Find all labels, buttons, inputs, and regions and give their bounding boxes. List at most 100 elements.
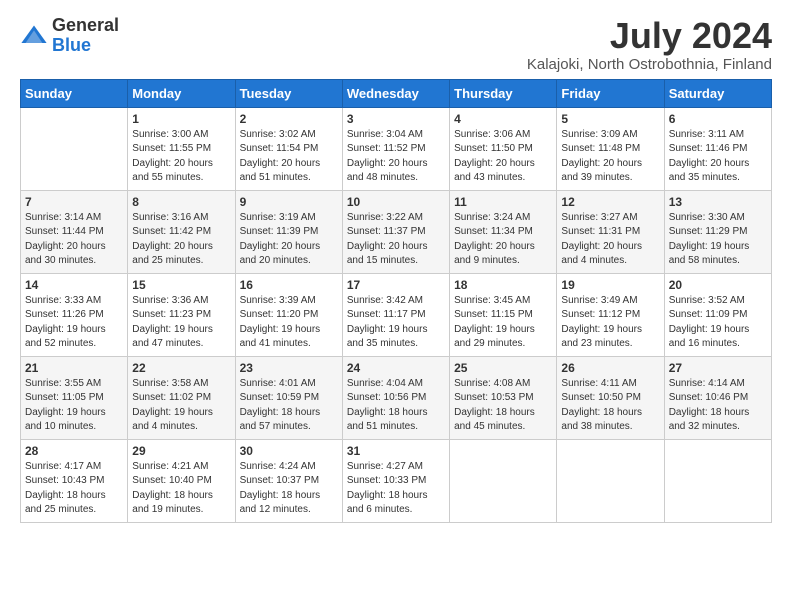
day-info: Sunrise: 3:49 AM Sunset: 11:12 PM Daylig…	[561, 294, 659, 352]
calendar-cell: 10Sunrise: 3:22 AM Sunset: 11:37 PM Dayl…	[342, 190, 449, 273]
calendar-cell	[21, 107, 128, 190]
header-sunday: Sunday	[21, 79, 128, 107]
day-info: Sunrise: 3:16 AM Sunset: 11:42 PM Daylig…	[132, 211, 230, 269]
title-block: July 2024 Kalajoki, North Ostrobothnia, …	[527, 16, 772, 73]
calendar-cell: 16 Sunrise: 3:39 AM Sunset: 11:20 PM Dayl…	[235, 273, 342, 356]
day-number: 12	[561, 195, 659, 209]
calendar-cell: 30 Sunrise: 4:24 AM Sunset: 10:37 PM Dayl…	[235, 439, 342, 522]
day-info: Sunrise: 3:09 AM Sunset: 11:48 PM Daylig…	[561, 128, 659, 186]
calendar-cell: 6Sunrise: 3:11 AM Sunset: 11:46 PM Dayli…	[664, 107, 771, 190]
calendar-cell: 31 Sunrise: 4:27 AM Sunset: 10:33 PM Dayl…	[342, 439, 449, 522]
day-info: Sunrise: 4:04 AM Sunset: 10:56 PM Daylig…	[347, 377, 445, 435]
day-number: 25	[454, 361, 552, 375]
day-number: 17	[347, 278, 445, 292]
day-info: Sunrise: 4:14 AM Sunset: 10:46 PM Daylig…	[669, 377, 767, 435]
day-info: Sunrise: 3:00 AM Sunset: 11:55 PM Daylig…	[132, 128, 230, 186]
calendar-week-1: 1 Sunrise: 3:00 AM Sunset: 11:55 PM Dayli…	[21, 107, 772, 190]
calendar-week-2: 7 Sunrise: 3:14 AM Sunset: 11:44 PM Dayli…	[21, 190, 772, 273]
calendar-cell: 4Sunrise: 3:06 AM Sunset: 11:50 PM Dayli…	[450, 107, 557, 190]
header-friday: Friday	[557, 79, 664, 107]
header-saturday: Saturday	[664, 79, 771, 107]
day-info: Sunrise: 4:27 AM Sunset: 10:33 PM Daylig…	[347, 460, 445, 518]
day-number: 6	[669, 112, 767, 126]
calendar-cell: 9Sunrise: 3:19 AM Sunset: 11:39 PM Dayli…	[235, 190, 342, 273]
calendar-table: Sunday Monday Tuesday Wednesday Thursday…	[20, 79, 772, 523]
logo-text: General Blue	[52, 16, 119, 56]
calendar-week-4: 21 Sunrise: 3:55 AM Sunset: 11:05 PM Dayl…	[21, 356, 772, 439]
day-info: Sunrise: 3:33 AM Sunset: 11:26 PM Daylig…	[25, 294, 123, 352]
day-info: Sunrise: 3:45 AM Sunset: 11:15 PM Daylig…	[454, 294, 552, 352]
day-number: 24	[347, 361, 445, 375]
day-number: 28	[25, 444, 123, 458]
calendar-cell: 3 Sunrise: 3:04 AM Sunset: 11:52 PM Dayli…	[342, 107, 449, 190]
day-info: Sunrise: 3:06 AM Sunset: 11:50 PM Daylig…	[454, 128, 552, 186]
calendar-cell: 12 Sunrise: 3:27 AM Sunset: 11:31 PM Dayl…	[557, 190, 664, 273]
calendar-cell: 27 Sunrise: 4:14 AM Sunset: 10:46 PM Dayl…	[664, 356, 771, 439]
day-info: Sunrise: 3:52 AM Sunset: 11:09 PM Daylig…	[669, 294, 767, 352]
day-number: 8	[132, 195, 230, 209]
day-info: Sunrise: 3:22 AM Sunset: 11:37 PM Daylig…	[347, 211, 445, 269]
day-info: Sunrise: 3:39 AM Sunset: 11:20 PM Daylig…	[240, 294, 338, 352]
day-number: 27	[669, 361, 767, 375]
day-number: 7	[25, 195, 123, 209]
calendar-cell	[450, 439, 557, 522]
header-row: General Blue July 2024 Kalajoki, North O…	[20, 16, 772, 73]
day-number: 16	[240, 278, 338, 292]
calendar-cell: 21 Sunrise: 3:55 AM Sunset: 11:05 PM Dayl…	[21, 356, 128, 439]
header-row-days: Sunday Monday Tuesday Wednesday Thursday…	[21, 79, 772, 107]
day-info: Sunrise: 4:24 AM Sunset: 10:37 PM Daylig…	[240, 460, 338, 518]
day-number: 30	[240, 444, 338, 458]
day-info: Sunrise: 3:04 AM Sunset: 11:52 PM Daylig…	[347, 128, 445, 186]
calendar-cell: 19Sunrise: 3:49 AM Sunset: 11:12 PM Dayl…	[557, 273, 664, 356]
calendar-cell: 22 Sunrise: 3:58 AM Sunset: 11:02 PM Dayl…	[128, 356, 235, 439]
day-info: Sunrise: 3:58 AM Sunset: 11:02 PM Daylig…	[132, 377, 230, 435]
calendar-subtitle: Kalajoki, North Ostrobothnia, Finland	[527, 56, 772, 73]
day-info: Sunrise: 3:42 AM Sunset: 11:17 PM Daylig…	[347, 294, 445, 352]
day-info: Sunrise: 3:19 AM Sunset: 11:39 PM Daylig…	[240, 211, 338, 269]
day-number: 15	[132, 278, 230, 292]
day-number: 18	[454, 278, 552, 292]
logo-icon	[20, 22, 48, 50]
calendar-cell: 28 Sunrise: 4:17 AM Sunset: 10:43 PM Dayl…	[21, 439, 128, 522]
calendar-cell: 2 Sunrise: 3:02 AM Sunset: 11:54 PM Dayli…	[235, 107, 342, 190]
day-info: Sunrise: 4:11 AM Sunset: 10:50 PM Daylig…	[561, 377, 659, 435]
day-number: 11	[454, 195, 552, 209]
day-info: Sunrise: 3:55 AM Sunset: 11:05 PM Daylig…	[25, 377, 123, 435]
calendar-page: General Blue July 2024 Kalajoki, North O…	[0, 0, 792, 612]
day-info: Sunrise: 4:21 AM Sunset: 10:40 PM Daylig…	[132, 460, 230, 518]
calendar-cell: 25Sunrise: 4:08 AM Sunset: 10:53 PM Dayl…	[450, 356, 557, 439]
day-number: 21	[25, 361, 123, 375]
calendar-cell: 24 Sunrise: 4:04 AM Sunset: 10:56 PM Dayl…	[342, 356, 449, 439]
day-info: Sunrise: 3:02 AM Sunset: 11:54 PM Daylig…	[240, 128, 338, 186]
day-number: 31	[347, 444, 445, 458]
header-tuesday: Tuesday	[235, 79, 342, 107]
day-info: Sunrise: 3:27 AM Sunset: 11:31 PM Daylig…	[561, 211, 659, 269]
calendar-cell: 1 Sunrise: 3:00 AM Sunset: 11:55 PM Dayli…	[128, 107, 235, 190]
calendar-cell: 18 Sunrise: 3:45 AM Sunset: 11:15 PM Dayl…	[450, 273, 557, 356]
calendar-cell	[664, 439, 771, 522]
calendar-cell: 5 Sunrise: 3:09 AM Sunset: 11:48 PM Dayli…	[557, 107, 664, 190]
calendar-cell: 23Sunrise: 4:01 AM Sunset: 10:59 PM Dayl…	[235, 356, 342, 439]
day-number: 1	[132, 112, 230, 126]
calendar-week-5: 28 Sunrise: 4:17 AM Sunset: 10:43 PM Dayl…	[21, 439, 772, 522]
day-number: 23	[240, 361, 338, 375]
day-info: Sunrise: 3:36 AM Sunset: 11:23 PM Daylig…	[132, 294, 230, 352]
calendar-cell: 7 Sunrise: 3:14 AM Sunset: 11:44 PM Dayli…	[21, 190, 128, 273]
day-number: 26	[561, 361, 659, 375]
calendar-cell: 11Sunrise: 3:24 AM Sunset: 11:34 PM Dayl…	[450, 190, 557, 273]
calendar-body: 1 Sunrise: 3:00 AM Sunset: 11:55 PM Dayli…	[21, 107, 772, 522]
calendar-cell: 15 Sunrise: 3:36 AM Sunset: 11:23 PM Dayl…	[128, 273, 235, 356]
day-number: 5	[561, 112, 659, 126]
day-number: 3	[347, 112, 445, 126]
calendar-cell: 20Sunrise: 3:52 AM Sunset: 11:09 PM Dayl…	[664, 273, 771, 356]
header-thursday: Thursday	[450, 79, 557, 107]
day-number: 2	[240, 112, 338, 126]
calendar-cell: 13Sunrise: 3:30 AM Sunset: 11:29 PM Dayl…	[664, 190, 771, 273]
day-number: 29	[132, 444, 230, 458]
calendar-cell: 14Sunrise: 3:33 AM Sunset: 11:26 PM Dayl…	[21, 273, 128, 356]
calendar-week-3: 14Sunrise: 3:33 AM Sunset: 11:26 PM Dayl…	[21, 273, 772, 356]
day-info: Sunrise: 3:14 AM Sunset: 11:44 PM Daylig…	[25, 211, 123, 269]
day-number: 22	[132, 361, 230, 375]
day-number: 13	[669, 195, 767, 209]
day-info: Sunrise: 4:17 AM Sunset: 10:43 PM Daylig…	[25, 460, 123, 518]
